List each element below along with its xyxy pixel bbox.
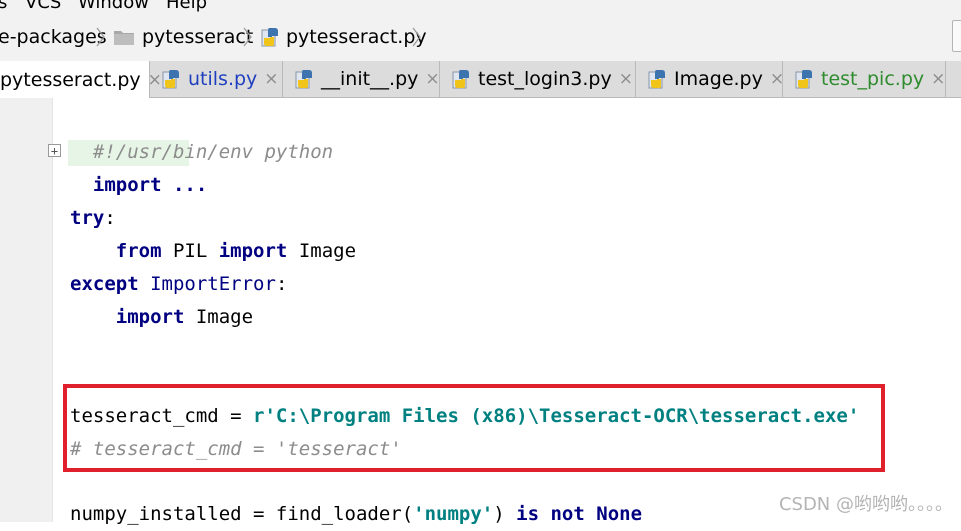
tab-label: pytesseract.py xyxy=(0,68,141,91)
python-file-icon xyxy=(795,69,815,89)
annotation-highlight-box xyxy=(63,384,885,472)
python-file-icon xyxy=(452,69,472,89)
module-name: PIL xyxy=(161,240,219,262)
breadcrumb-label: pytesseract.py xyxy=(286,26,427,48)
breadcrumb-label: e-packages xyxy=(0,26,107,48)
identifier: Image xyxy=(287,240,357,262)
keyword: from xyxy=(115,240,162,262)
tab-label: Image.py xyxy=(674,68,763,90)
keyword: import xyxy=(218,240,288,262)
close-tab-icon[interactable]: × xyxy=(931,69,945,89)
menu-item-window[interactable]: Window xyxy=(78,0,149,13)
tab-2[interactable]: __init__.py × xyxy=(283,61,440,97)
code-line-shebang: #!/usr/bin/env python xyxy=(70,103,333,163)
tab-0[interactable]: pytesseract.py × xyxy=(0,61,162,98)
breadcrumb-label: pytesseract xyxy=(142,26,254,48)
tab-1[interactable]: utils.py × xyxy=(150,61,283,97)
breadcrumb-pytesseract-py[interactable]: pytesseract.py xyxy=(261,24,427,50)
punctuation: : xyxy=(275,273,288,295)
tab-label: test_login3.py xyxy=(478,68,612,90)
tab-label: utils.py xyxy=(188,68,258,90)
python-file-icon xyxy=(295,69,315,89)
editor-tab-bar: pytesseract.py × utils.py × __init__.py × test… xyxy=(0,61,961,98)
folder-icon xyxy=(114,31,134,45)
watermark: CSDN @哟哟哟。。。。 xyxy=(778,494,953,515)
toolbar-button[interactable] xyxy=(952,20,961,52)
identifier: Image xyxy=(184,306,254,328)
navigation-bar: e-packages pytesseract pytesseract.py xyxy=(0,14,961,62)
menu-item-vcs[interactable]: VCS xyxy=(25,0,61,13)
menu-bar: s VCS Window Help xyxy=(0,0,961,14)
menu-item-help[interactable]: Help xyxy=(166,0,207,13)
breadcrumb-separator-icon xyxy=(96,27,105,47)
breadcrumb-pytesseract[interactable]: pytesseract xyxy=(113,24,253,50)
punctuation: : xyxy=(104,207,116,229)
close-tab-icon[interactable]: × xyxy=(425,69,439,89)
close-tab-icon[interactable]: × xyxy=(619,69,633,89)
expand-fold-icon[interactable]: + xyxy=(48,144,61,157)
code-line-import-image: import Image xyxy=(70,301,253,334)
tab-label: test_pic.py xyxy=(821,68,925,90)
folded-imports[interactable]: import ... xyxy=(93,174,207,196)
builtin-exception: ImportError xyxy=(150,273,276,295)
close-tab-icon[interactable]: × xyxy=(264,69,278,89)
breadcrumb-site-packages[interactable]: e-packages xyxy=(0,24,107,50)
code-line-try: try: xyxy=(70,202,116,235)
code-line-numpy: numpy_installed = find_loader('numpy') i… xyxy=(70,498,642,531)
keyword: import xyxy=(115,306,185,328)
editor-gutter xyxy=(0,98,52,522)
keyword: try xyxy=(70,207,105,229)
tab-5[interactable]: test_pic.py × xyxy=(783,61,946,97)
close-tab-icon[interactable]: × xyxy=(770,69,784,89)
breadcrumb-separator-icon xyxy=(412,27,421,47)
python-file-icon xyxy=(162,69,182,89)
python-file-icon xyxy=(648,69,668,89)
menu-item-tools[interactable]: s xyxy=(0,0,7,13)
python-file-icon xyxy=(261,28,278,47)
code-line-from-pil: from PIL import Image xyxy=(70,235,356,268)
keyword: except xyxy=(70,273,139,295)
code-line-except: except ImportError: xyxy=(70,268,287,301)
tab-label: __init__.py xyxy=(321,68,419,90)
breadcrumb-separator-icon xyxy=(243,27,252,47)
code-line-import-fold: import ... xyxy=(70,136,207,196)
tab-3[interactable]: test_login3.py × xyxy=(440,61,636,97)
tab-4[interactable]: Image.py × xyxy=(636,61,784,97)
